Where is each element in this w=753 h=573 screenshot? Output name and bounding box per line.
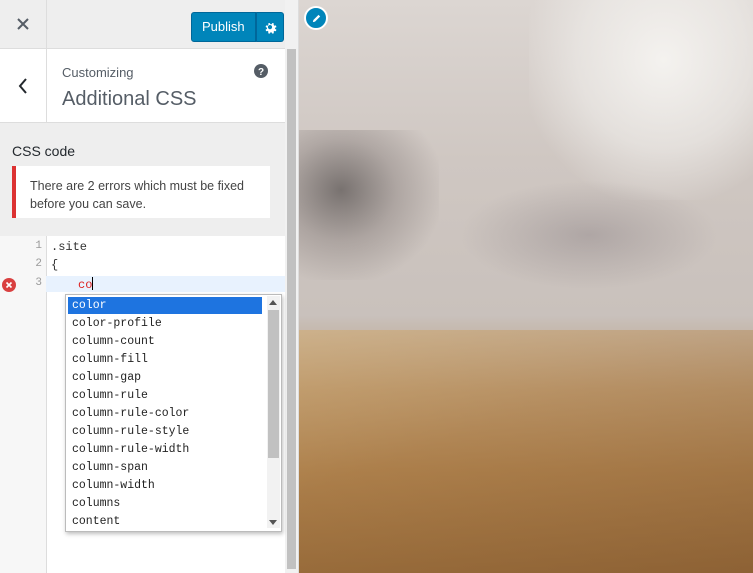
back-button[interactable] (0, 49, 47, 122)
autocomplete-item[interactable]: color (68, 297, 262, 314)
autocomplete-item[interactable]: column-rule-width (68, 441, 262, 458)
publish-settings-button[interactable] (255, 12, 284, 42)
customizer-header: Publish (0, 0, 285, 49)
publish-controls: Publish (191, 12, 284, 42)
breadcrumb: Customizing (62, 65, 134, 80)
code-line: { (51, 258, 59, 272)
preview-background-shape (459, 180, 719, 290)
line-number: 3 (35, 277, 42, 289)
preview-background-shape (299, 330, 753, 573)
code-line-current: co (78, 277, 94, 292)
help-icon: ? (254, 64, 268, 78)
preview-background (529, 0, 753, 200)
autocomplete-item[interactable]: column-fill (68, 351, 262, 368)
code-line: .site (51, 240, 88, 254)
publish-button[interactable]: Publish (191, 12, 256, 42)
site-preview[interactable] (299, 0, 753, 573)
error-icon[interactable] (2, 278, 16, 292)
chevron-left-icon (18, 77, 27, 94)
pencil-icon (312, 14, 320, 22)
svg-text:?: ? (258, 67, 264, 78)
sidebar-scrollbar-thumb[interactable] (287, 49, 296, 569)
css-code-label: CSS code (12, 143, 76, 159)
autocomplete-item[interactable]: column-count (68, 333, 262, 350)
scroll-up-arrow-icon[interactable] (269, 300, 277, 305)
autocomplete-item[interactable]: content (68, 513, 262, 530)
autocomplete-scrollbar-thumb[interactable] (268, 310, 279, 458)
preview-background-shape (299, 130, 439, 280)
page-title: Additional CSS (62, 88, 197, 110)
sidebar-scrollbar[interactable] (285, 0, 298, 573)
autocomplete-item[interactable]: column-gap (68, 369, 262, 386)
edit-shortcut-button[interactable] (304, 6, 328, 30)
gear-icon (265, 22, 277, 34)
autocomplete-item[interactable]: color-profile (68, 315, 262, 332)
help-button[interactable]: ? (254, 64, 268, 83)
error-notice: There are 2 errors which must be fixed b… (12, 166, 270, 218)
line-number: 1 (35, 240, 42, 252)
autocomplete-item[interactable]: column-rule-style (68, 423, 262, 440)
autocomplete-item[interactable]: column-width (68, 477, 262, 494)
close-customizer-button[interactable] (0, 0, 47, 48)
autocomplete-scrollbar[interactable] (267, 296, 280, 528)
autocomplete-item[interactable]: column-rule-color (68, 405, 262, 422)
autocomplete-item[interactable]: column-span (68, 459, 262, 476)
close-icon (17, 18, 29, 30)
text-cursor (92, 277, 94, 290)
scroll-down-arrow-icon[interactable] (269, 520, 277, 525)
autocomplete-item[interactable]: columns (68, 495, 262, 512)
line-number: 2 (35, 258, 42, 270)
autocomplete-dropdown: color color-profile column-count column-… (65, 294, 282, 532)
section-header: Customizing Additional CSS ? (0, 49, 285, 123)
typed-text: co (78, 278, 93, 292)
autocomplete-item[interactable]: column-rule (68, 387, 262, 404)
line-gutter: 1 2 3 (0, 236, 47, 573)
